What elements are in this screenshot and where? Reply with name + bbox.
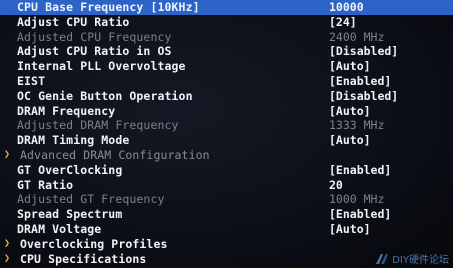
setting-value[interactable]: [Auto] bbox=[329, 59, 371, 74]
setting-label: OC Genie Button Operation bbox=[17, 88, 193, 103]
setting-value[interactable]: [Disabled] bbox=[329, 44, 398, 59]
setting-value[interactable]: [Auto] bbox=[329, 133, 371, 148]
setting-row-gt-overclocking[interactable]: GT OverClocking [Enabled] bbox=[0, 163, 453, 178]
setting-row-adjusted-dram-frequency: Adjusted DRAM Frequency 1333 MHz bbox=[0, 118, 453, 133]
setting-label: Adjusted CPU Frequency bbox=[17, 29, 172, 44]
setting-label: Adjust CPU Ratio bbox=[17, 14, 130, 29]
setting-label: DRAM Timing Mode bbox=[17, 133, 130, 148]
setting-value: 2400 MHz bbox=[329, 29, 385, 44]
setting-label: GT OverClocking bbox=[17, 162, 123, 177]
setting-row-spread-spectrum[interactable]: Spread Spectrum [Enabled] bbox=[0, 207, 453, 222]
setting-row-adjusted-cpu-frequency: Adjusted CPU Frequency 2400 MHz bbox=[0, 30, 453, 45]
setting-label: Adjusted DRAM Frequency bbox=[17, 118, 179, 133]
setting-row-advanced-dram-configuration: ❯ Advanced DRAM Configuration bbox=[0, 148, 453, 163]
setting-value[interactable]: 10000 bbox=[329, 0, 364, 15]
setting-row-cpu-base-frequency-10khz[interactable]: CPU Base Frequency [10KHz] 10000 bbox=[0, 0, 453, 15]
submenu-arrow-icon: ❯ bbox=[4, 252, 11, 264]
setting-row-internal-pll-overvoltage[interactable]: Internal PLL Overvoltage [Auto] bbox=[0, 59, 453, 74]
bios-screen: CPU Base Frequency [10KHz] 10000 Adjust CP… bbox=[0, 0, 453, 268]
setting-value: 1000 MHz bbox=[329, 192, 385, 207]
watermark-text: DIY硬件论坛 bbox=[392, 255, 449, 266]
setting-value[interactable]: [Auto] bbox=[329, 222, 371, 237]
setting-row-eist[interactable]: EIST [Enabled] bbox=[0, 74, 453, 89]
setting-row-dram-frequency[interactable]: DRAM Frequency [Auto] bbox=[0, 104, 453, 119]
setting-value: 1333 MHz bbox=[329, 118, 385, 133]
setting-label: CPU Specifications bbox=[20, 251, 147, 266]
setting-label: Spread Spectrum bbox=[17, 207, 123, 222]
setting-value[interactable]: [Enabled] bbox=[329, 163, 391, 178]
setting-label: Overclocking Profiles bbox=[20, 236, 168, 251]
settings-list: CPU Base Frequency [10KHz] 10000 Adjust CP… bbox=[0, 0, 453, 266]
setting-value[interactable]: [Disabled] bbox=[329, 89, 398, 104]
setting-row-adjust-cpu-ratio[interactable]: Adjust CPU Ratio [24] bbox=[0, 15, 453, 30]
setting-row-dram-timing-mode[interactable]: DRAM Timing Mode [Auto] bbox=[0, 133, 453, 148]
setting-label: GT Ratio bbox=[17, 177, 74, 192]
submenu-arrow-icon: ❯ bbox=[4, 148, 11, 160]
setting-label: Advanced DRAM Configuration bbox=[20, 147, 210, 162]
diy-logo-icon bbox=[376, 253, 389, 264]
setting-label: Adjust CPU Ratio in OS bbox=[17, 44, 172, 59]
submenu-arrow-icon: ❯ bbox=[4, 237, 11, 249]
setting-value[interactable]: [Enabled] bbox=[329, 207, 391, 222]
setting-label: DRAM Frequency bbox=[17, 103, 116, 118]
setting-label: EIST bbox=[17, 73, 46, 88]
watermark: DIY硬件论坛 bbox=[375, 251, 449, 266]
setting-label: Internal PLL Overvoltage bbox=[17, 59, 186, 74]
setting-value[interactable]: 20 bbox=[329, 178, 343, 193]
setting-value[interactable]: [Auto] bbox=[329, 104, 371, 119]
setting-row-oc-genie-button-operation[interactable]: OC Genie Button Operation [Disabled] bbox=[0, 89, 453, 104]
setting-value[interactable]: [Enabled] bbox=[329, 74, 391, 89]
setting-row-overclocking-profiles[interactable]: ❯ Overclocking Profiles bbox=[0, 237, 453, 252]
setting-label: CPU Base Frequency [10KHz] bbox=[17, 0, 200, 14]
setting-row-adjust-cpu-ratio-in-os[interactable]: Adjust CPU Ratio in OS [Disabled] bbox=[0, 44, 453, 59]
setting-label: DRAM Voltage bbox=[17, 221, 102, 236]
setting-row-dram-voltage[interactable]: DRAM Voltage [Auto] bbox=[0, 222, 453, 237]
setting-row-gt-ratio[interactable]: GT Ratio 20 bbox=[0, 178, 453, 193]
setting-row-adjusted-gt-frequency: Adjusted GT Frequency 1000 MHz bbox=[0, 192, 453, 207]
setting-label: Adjusted GT Frequency bbox=[17, 192, 165, 207]
setting-value[interactable]: [24] bbox=[329, 15, 357, 30]
